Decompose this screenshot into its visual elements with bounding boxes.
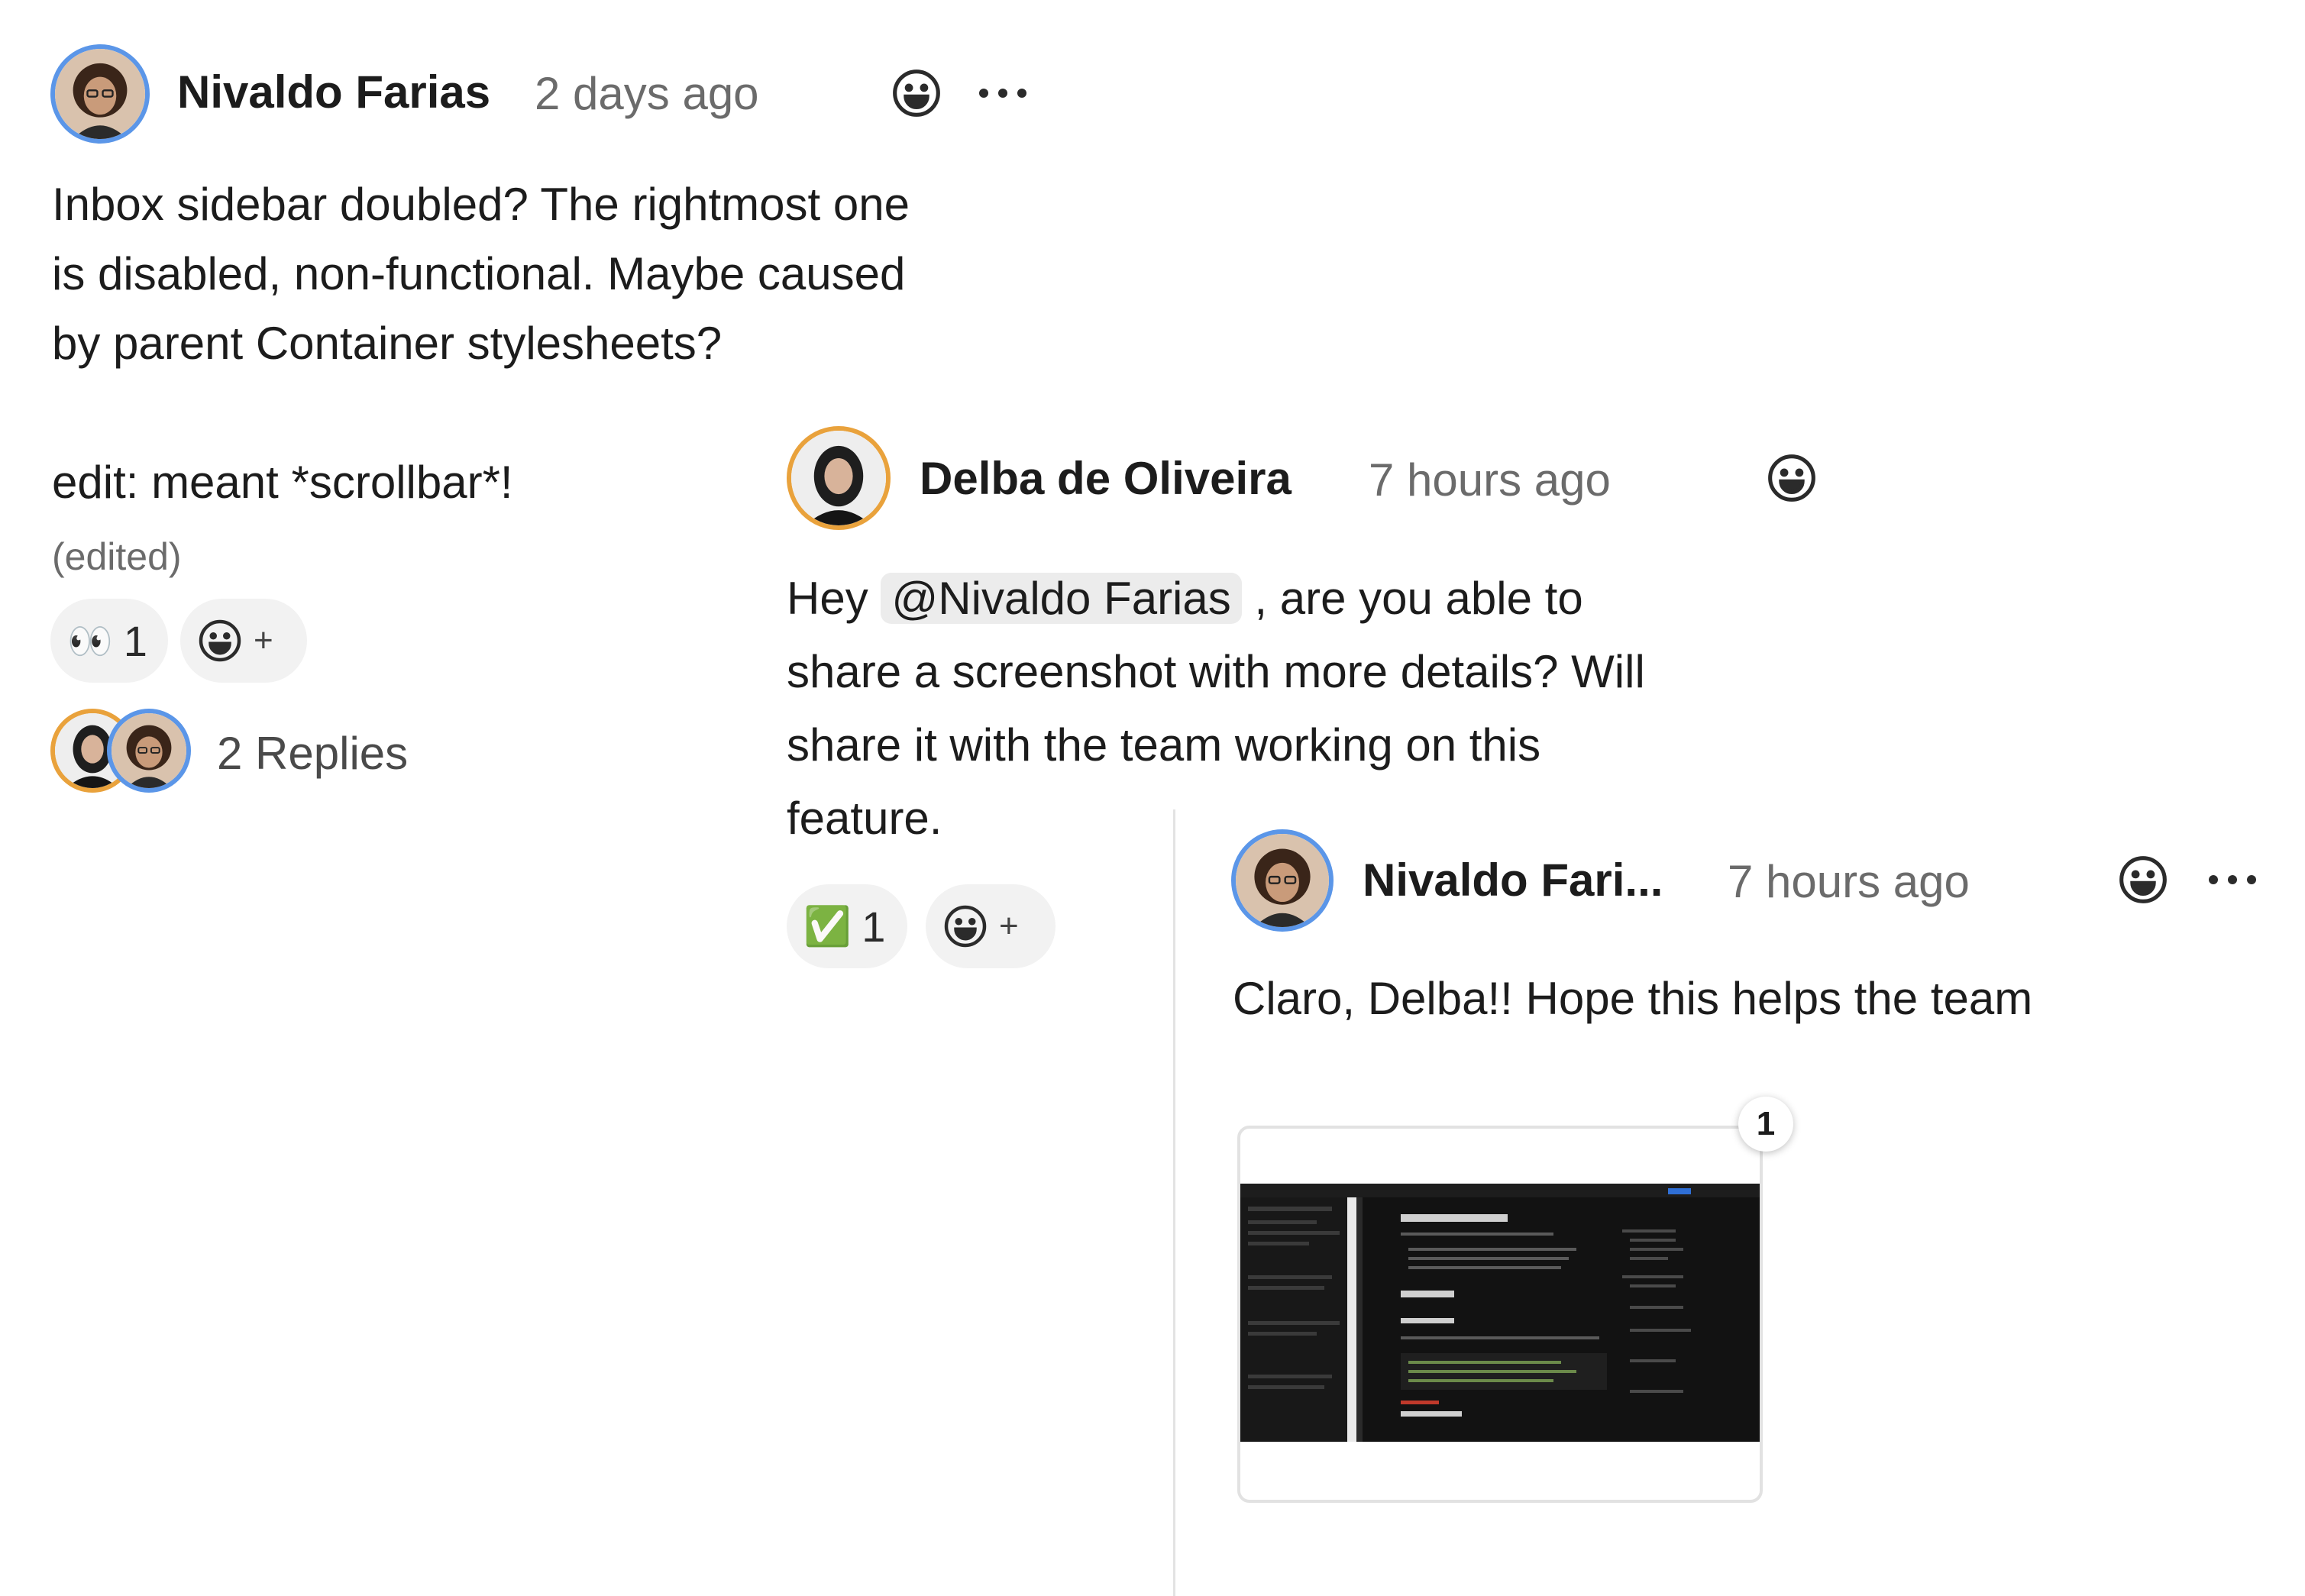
- reaction-emoji: ✅: [803, 904, 852, 948]
- comment-body: Inbox sidebar doubled? The rightmost one…: [52, 170, 1045, 378]
- more-options-icon[interactable]: [968, 63, 1037, 124]
- comment-body: Claro, Delba!! Hope this helps the team: [1233, 973, 2033, 1024]
- avatar[interactable]: [50, 44, 150, 144]
- comment-edit-note: edit: meant *scrollbar*!: [52, 457, 513, 508]
- reaction-pill[interactable]: ✅ 1: [787, 884, 907, 968]
- comment-line: Inbox sidebar doubled? The rightmost one: [52, 179, 910, 230]
- comment-author[interactable]: Nivaldo Fari...: [1363, 854, 1663, 906]
- user-mention[interactable]: @Nivaldo Farias: [881, 573, 1242, 624]
- comment-timestamp: 2 days ago: [535, 68, 759, 119]
- comment-text: , are you able to: [1254, 573, 1583, 624]
- avatar[interactable]: [1231, 829, 1334, 932]
- comment-text: Hey: [787, 573, 868, 624]
- plus-label: +: [254, 622, 273, 659]
- add-reaction-button[interactable]: +: [926, 884, 1056, 968]
- comment-line: share a screenshot with more details? Wi…: [787, 646, 1645, 697]
- add-reaction-icon[interactable]: [886, 63, 947, 124]
- attachment-count-badge: 1: [1738, 1097, 1793, 1152]
- comment-author[interactable]: Nivaldo Farias: [177, 66, 490, 118]
- edited-label: (edited): [52, 535, 182, 578]
- replies-link[interactable]: 2 Replies: [217, 727, 408, 780]
- add-reaction-button[interactable]: +: [180, 599, 307, 683]
- comment-line: share it with the team working on this: [787, 719, 1541, 771]
- thread-connector: [1173, 809, 1175, 1596]
- reaction-count: 1: [862, 902, 886, 951]
- smiley-icon: [199, 619, 241, 662]
- avatar[interactable]: [787, 426, 891, 530]
- smiley-icon: [944, 905, 987, 948]
- comment-body: Hey @Nivaldo Farias , are you able to sh…: [787, 562, 1886, 855]
- comment-line: feature.: [787, 793, 942, 844]
- avatar[interactable]: [107, 709, 191, 793]
- comment-line: Hey @Nivaldo Farias , are you able to: [787, 562, 1886, 635]
- comment-timestamp: 7 hours ago: [1369, 454, 1611, 506]
- reaction-count: 1: [123, 616, 147, 665]
- plus-label: +: [999, 907, 1019, 945]
- add-reaction-icon[interactable]: [1761, 447, 1822, 509]
- image-attachment[interactable]: [1237, 1126, 1763, 1503]
- reaction-emoji: 👀: [67, 621, 113, 662]
- comment-line: by parent Container stylesheets?: [52, 318, 723, 369]
- add-reaction-icon[interactable]: [2113, 849, 2174, 910]
- comment-line: is disabled, non-functional. Maybe cause…: [52, 248, 906, 299]
- screenshot-thumbnail: [1240, 1184, 1760, 1442]
- reaction-pill[interactable]: 👀 1: [50, 599, 168, 683]
- more-options-icon[interactable]: [2198, 849, 2267, 910]
- comment-author[interactable]: Delba de Oliveira: [920, 452, 1292, 505]
- comment-timestamp: 7 hours ago: [1728, 856, 1970, 907]
